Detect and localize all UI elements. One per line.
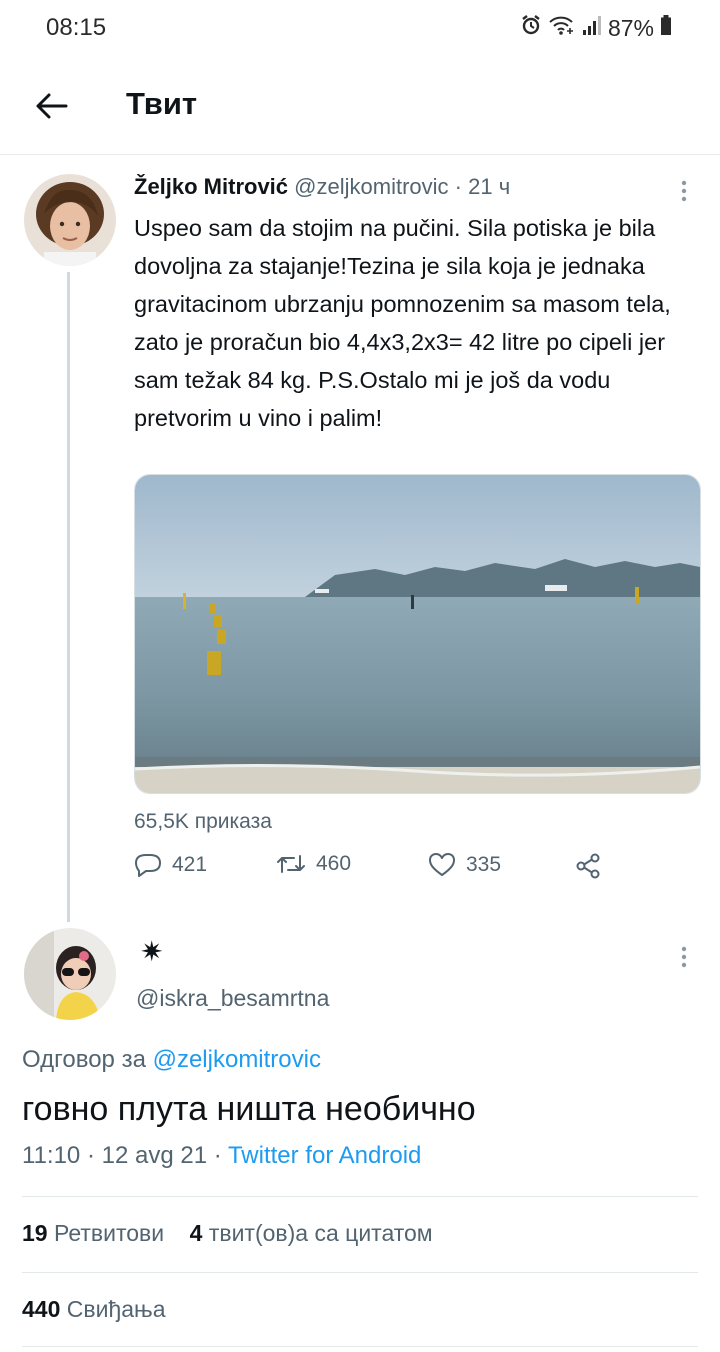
quote-label: твит(ов)а са цитатом: [208, 1220, 433, 1246]
like-button[interactable]: 335: [428, 852, 501, 878]
main-more-button[interactable]: [667, 940, 701, 974]
reply-icon: [135, 854, 161, 877]
sea-photo: [135, 475, 700, 793]
thread-author-avatar[interactable]: [24, 174, 116, 266]
reply-button[interactable]: 421: [134, 852, 207, 878]
thread-author-name[interactable]: Željko Mitrović: [134, 174, 288, 199]
main-author-handle[interactable]: @iskra_besamrtna: [136, 985, 329, 1012]
reply-to-label: Одговор за: [22, 1046, 146, 1073]
engagement-stats: 19 Ретвитови 4 твит(ов)а са цитатом: [22, 1220, 433, 1247]
heart-icon: [429, 853, 455, 876]
battery-icon: [660, 14, 672, 42]
signal-icon: [582, 14, 602, 42]
status-icons: 87%: [520, 14, 672, 42]
thread-more-button[interactable]: [667, 174, 701, 208]
meta-separator: ·: [86, 1142, 95, 1169]
retweet-button[interactable]: 460: [276, 852, 351, 876]
back-button[interactable]: [24, 78, 80, 134]
share-icon: [576, 853, 600, 879]
main-tweet-text: говно плута ништа необично: [22, 1090, 476, 1128]
divider: [22, 1196, 698, 1197]
reply-to-handle-link[interactable]: @zeljkomitrovic: [153, 1046, 321, 1073]
thread-tweet-header: Željko Mitrović @zeljkomitrovic · 21 ч: [134, 174, 510, 200]
thread-tweet-text: Uspeo sam da stojim na pučini. Sila poti…: [134, 215, 671, 431]
tweet-date: 12 avg 21: [101, 1142, 208, 1169]
tweet-time: 11:10: [22, 1142, 81, 1169]
retweet-label: Ретвитови: [53, 1220, 165, 1246]
retweet-count: 460: [316, 852, 352, 875]
like-total: 440: [22, 1296, 61, 1322]
like-count: 335: [466, 853, 502, 876]
more-vertical-icon: [681, 946, 687, 968]
page-title: Твит: [126, 86, 198, 121]
retweet-total: 19: [22, 1220, 48, 1246]
app-header: Твит: [0, 60, 720, 155]
tweet-meta: 11:10 · 12 avg 21 · Twitter for Android: [22, 1142, 421, 1170]
quotes-stat[interactable]: 4 твит(ов)а са цитатом: [190, 1220, 433, 1246]
divider: [22, 1272, 698, 1273]
main-author-avatar[interactable]: [24, 928, 116, 1020]
thread-author-handle[interactable]: @zeljkomitrovic: [294, 174, 448, 199]
quote-total: 4: [189, 1220, 203, 1246]
thread-timestamp[interactable]: 21 ч: [468, 174, 510, 199]
tweet-source-link[interactable]: Twitter for Android: [228, 1142, 421, 1169]
status-clock: 08:15: [46, 14, 107, 41]
status-bar: 08:15 87%: [0, 0, 720, 60]
battery-percentage: 87%: [607, 14, 654, 41]
alarm-icon: [520, 14, 542, 42]
reply-count: 421: [172, 853, 208, 876]
wifi-icon: [548, 14, 576, 42]
main-author-name[interactable]: ✷: [140, 935, 163, 968]
thread-separator: ·: [454, 174, 462, 199]
more-vertical-icon: [681, 180, 687, 202]
meta-separator: ·: [213, 1142, 222, 1169]
replying-to: Одговор за @zeljkomitrovic: [22, 1046, 321, 1074]
arrow-left-icon: [36, 93, 68, 119]
views-count[interactable]: 65,5K приказа: [134, 810, 272, 834]
likes-stat[interactable]: 440 Свиђања: [22, 1296, 166, 1323]
retweets-stat[interactable]: 19 Ретвитови: [22, 1220, 164, 1246]
divider: [22, 1346, 698, 1347]
tweet-actions-bar: 421 460 335: [134, 852, 634, 892]
share-button[interactable]: [574, 852, 602, 880]
like-label: Свиђања: [66, 1296, 166, 1322]
retweet-icon: [277, 855, 305, 873]
thread-connector-line: [67, 272, 70, 922]
tweet-media-image[interactable]: [134, 474, 701, 794]
